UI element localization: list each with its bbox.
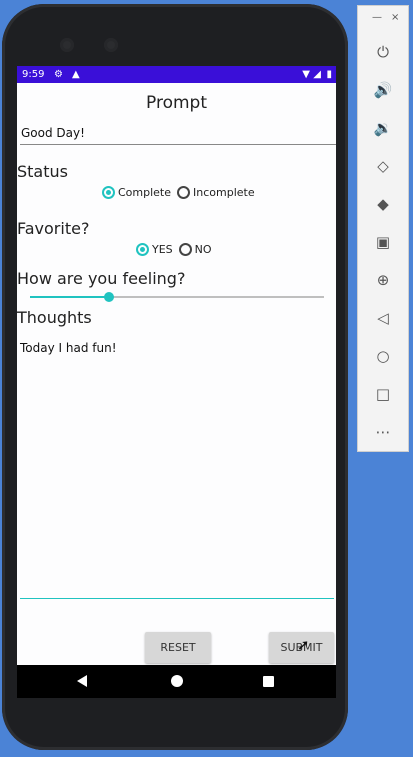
minimize-icon[interactable]: — bbox=[372, 12, 382, 23]
status-complete-radio[interactable]: Complete bbox=[102, 186, 171, 199]
slider-thumb[interactable] bbox=[104, 292, 115, 302]
title-input[interactable] bbox=[20, 122, 336, 145]
zoom-icon[interactable]: ⊕ bbox=[371, 268, 395, 292]
favorite-no-radio[interactable]: NO bbox=[178, 243, 212, 256]
volume-up-icon[interactable]: 🔊 bbox=[371, 78, 395, 102]
more-icon[interactable]: ⋯ bbox=[371, 420, 395, 444]
volume-down-icon[interactable]: 🔉 bbox=[371, 116, 395, 140]
status-radio-group: Complete Incomplete bbox=[102, 186, 258, 199]
mouse-cursor-icon: ➚ bbox=[297, 636, 310, 654]
back-icon[interactable]: ◁ bbox=[371, 306, 395, 330]
signal-icon: ◢ bbox=[313, 69, 321, 80]
nav-recents-icon[interactable] bbox=[263, 676, 274, 687]
feeling-slider[interactable] bbox=[30, 290, 324, 304]
status-bar: 9:59 ⚙ ▲ ▼ ◢ ▮ bbox=[17, 66, 336, 83]
thoughts-label: Thoughts bbox=[17, 308, 92, 327]
nav-back-icon[interactable] bbox=[77, 675, 87, 687]
slider-fill bbox=[30, 296, 110, 298]
emulator-toolbar: — × ⏻ 🔊 🔉 ◇ ◆ ▣ ⊕ ◁ ○ □ ⋯ bbox=[357, 5, 409, 452]
app-screen: 9:59 ⚙ ▲ ▼ ◢ ▮ Prompt Status Complete In… bbox=[17, 66, 336, 698]
status-incomplete-radio[interactable]: Incomplete bbox=[177, 186, 255, 199]
reset-button[interactable]: RESET bbox=[145, 632, 211, 663]
wifi-icon: ▼ bbox=[302, 69, 310, 80]
page-title: Prompt bbox=[146, 93, 207, 113]
warning-icon: ▲ bbox=[72, 69, 80, 80]
status-label: Status bbox=[17, 162, 68, 181]
radio-checked-icon bbox=[136, 243, 149, 256]
navigation-bar bbox=[17, 665, 336, 698]
status-complete-label: Complete bbox=[118, 186, 172, 199]
overview-icon[interactable]: □ bbox=[371, 382, 395, 406]
status-incomplete-label: Incomplete bbox=[193, 186, 255, 199]
close-icon[interactable]: × bbox=[391, 12, 399, 23]
phone-frame: 9:59 ⚙ ▲ ▼ ◢ ▮ Prompt Status Complete In… bbox=[2, 4, 348, 750]
favorite-yes-label: YES bbox=[152, 243, 173, 256]
power-icon[interactable]: ⏻ bbox=[371, 40, 395, 64]
front-camera bbox=[60, 38, 74, 52]
home-icon[interactable]: ○ bbox=[371, 344, 395, 368]
gear-icon: ⚙ bbox=[54, 69, 63, 80]
front-sensor bbox=[104, 38, 118, 52]
feeling-label: How are you feeling? bbox=[17, 269, 186, 288]
status-time: 9:59 bbox=[22, 69, 45, 80]
rotate-left-icon[interactable]: ◇ bbox=[371, 154, 395, 178]
nav-home-icon[interactable] bbox=[171, 675, 183, 687]
radio-unchecked-icon bbox=[178, 243, 192, 256]
favorite-no-label: NO bbox=[194, 243, 212, 256]
radio-checked-icon bbox=[102, 186, 115, 199]
thoughts-textarea[interactable]: Today I had fun! bbox=[20, 341, 334, 599]
favorite-radio-group: YES NO bbox=[136, 243, 215, 256]
favorite-yes-radio[interactable]: YES bbox=[136, 243, 173, 256]
rotate-right-icon[interactable]: ◆ bbox=[371, 192, 395, 216]
thoughts-text: Today I had fun! bbox=[20, 341, 117, 355]
battery-icon: ▮ bbox=[326, 69, 332, 80]
favorite-label: Favorite? bbox=[17, 219, 90, 238]
radio-unchecked-icon bbox=[177, 186, 191, 199]
camera-icon[interactable]: ▣ bbox=[371, 230, 395, 254]
